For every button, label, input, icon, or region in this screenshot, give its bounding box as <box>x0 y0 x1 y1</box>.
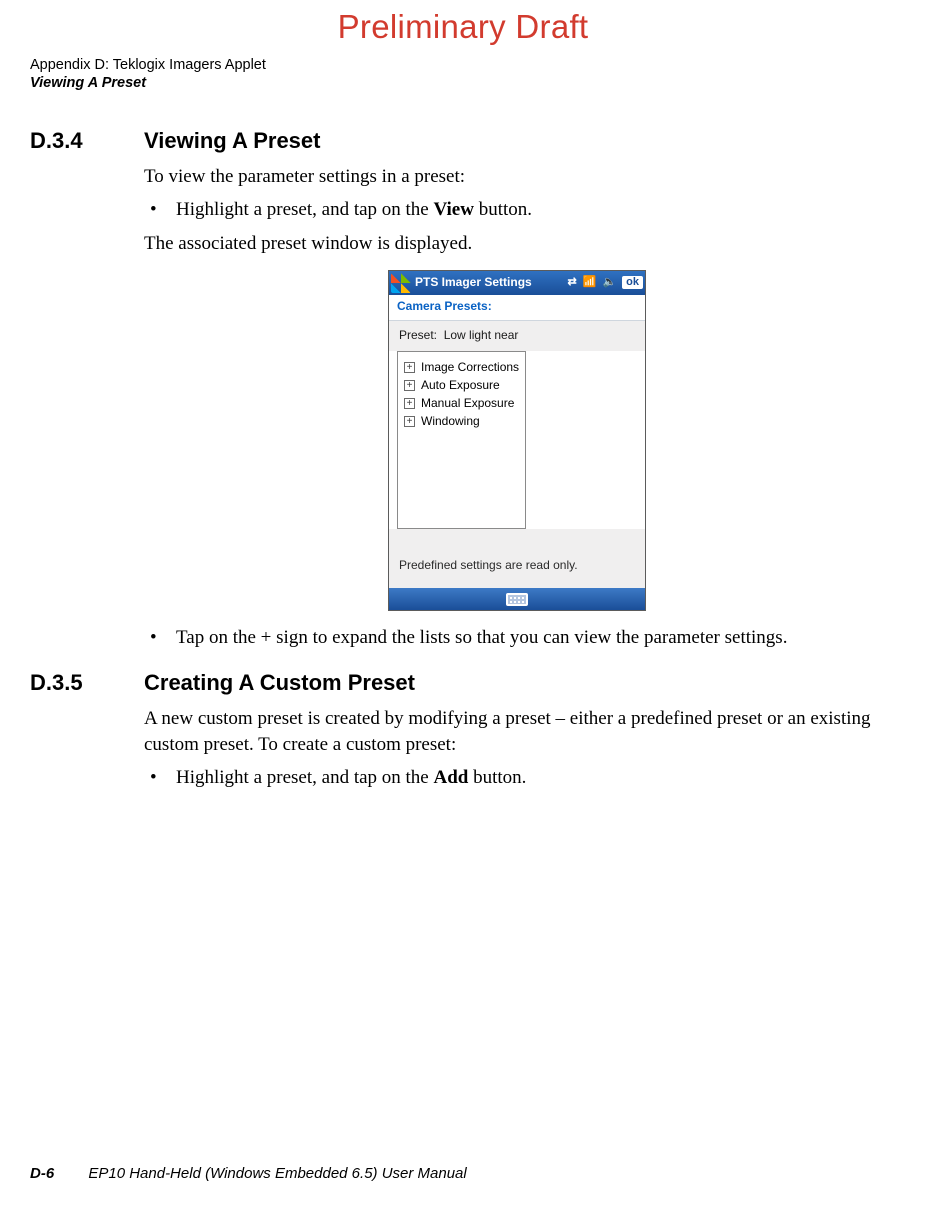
tree-item[interactable]: + Manual Exposure <box>404 395 519 412</box>
preset-label: Preset: <box>399 328 437 342</box>
bullet-bold: Add <box>434 767 469 788</box>
preset-row: Preset: Low light near <box>389 321 645 352</box>
device-screenshot: PTS Imager Settings ⇄ 📶 🔈 ok Camera Pres… <box>388 270 646 611</box>
page-number: D-6 <box>30 1165 84 1182</box>
para-text: A new custom preset is created by modify… <box>144 706 890 759</box>
tree-item[interactable]: + Windowing <box>404 413 519 430</box>
bullet-text: Highlight a preset, and tap on the <box>176 199 434 220</box>
tree-item[interactable]: + Image Corrections <box>404 359 519 376</box>
draft-watermark: Preliminary Draft <box>0 8 926 46</box>
tree-item-label: Windowing <box>421 413 480 430</box>
bullet-text: Tap on the + sign to expand the lists so… <box>176 627 787 648</box>
section-heading: D.3.5 Creating A Custom Preset <box>30 670 890 696</box>
list-item: Highlight a preset, and tap on the Add b… <box>176 765 890 792</box>
signal-icon[interactable]: 📶 <box>583 277 597 288</box>
running-header: Appendix D: Teklogix Imagers Applet View… <box>30 56 266 92</box>
volume-icon[interactable]: 🔈 <box>602 277 616 288</box>
expand-icon[interactable]: + <box>404 380 415 391</box>
list-item: Highlight a preset, and tap on the View … <box>176 197 890 224</box>
section-number: D.3.4 <box>30 128 120 154</box>
tree-item-label: Image Corrections <box>421 359 519 376</box>
preset-value: Low light near <box>444 328 519 342</box>
list-item: Tap on the + sign to expand the lists so… <box>176 625 890 652</box>
manual-title: EP10 Hand-Held (Windows Embedded 6.5) Us… <box>88 1165 466 1182</box>
connectivity-icon[interactable]: ⇄ <box>568 277 577 288</box>
expand-icon[interactable]: + <box>404 398 415 409</box>
bullet-text: button. <box>468 767 526 788</box>
running-header-line1: Appendix D: Teklogix Imagers Applet <box>30 56 266 74</box>
tree-item-label: Auto Exposure <box>421 377 500 394</box>
page-footer: D-6 EP10 Hand-Held (Windows Embedded 6.5… <box>30 1165 467 1182</box>
section-title: Creating A Custom Preset <box>144 670 415 696</box>
panel-header: Camera Presets: <box>389 295 645 321</box>
ok-button[interactable]: ok <box>622 276 643 289</box>
intro-text: To view the parameter settings in a pres… <box>144 164 890 191</box>
section-title: Viewing A Preset <box>144 128 320 154</box>
running-header-line2: Viewing A Preset <box>30 74 266 92</box>
bullet-text: button. <box>474 199 532 220</box>
expand-icon[interactable]: + <box>404 362 415 373</box>
status-text: Predefined settings are read only. <box>389 529 645 588</box>
window-title: PTS Imager Settings <box>415 274 564 291</box>
window-titlebar: PTS Imager Settings ⇄ 📶 🔈 ok <box>389 271 645 295</box>
keyboard-icon[interactable] <box>506 593 528 606</box>
sip-bar <box>389 588 645 610</box>
tree-item[interactable]: + Auto Exposure <box>404 377 519 394</box>
section-number: D.3.5 <box>30 670 120 696</box>
bullet-bold: View <box>434 199 474 220</box>
bullet-text: Highlight a preset, and tap on the <box>176 767 434 788</box>
start-icon[interactable] <box>391 273 411 293</box>
tree-item-label: Manual Exposure <box>421 395 514 412</box>
section-heading: D.3.4 Viewing A Preset <box>30 128 890 154</box>
expand-icon[interactable]: + <box>404 416 415 427</box>
para-text: The associated preset window is displaye… <box>144 231 890 258</box>
